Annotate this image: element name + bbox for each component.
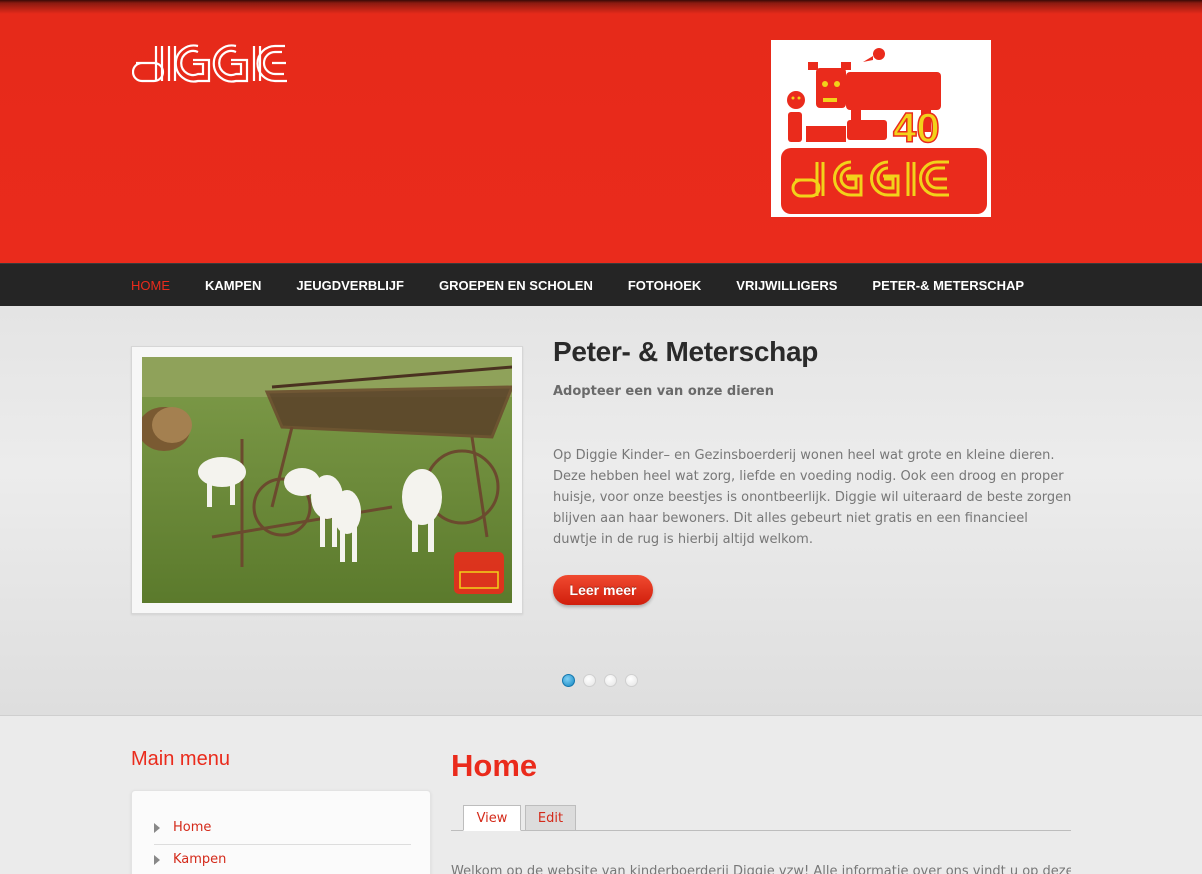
nav-item-fotohoek[interactable]: FOTOHOEK [628,264,701,307]
tab-view[interactable]: View [463,805,521,831]
slider-pagination [562,674,646,688]
slider-dot-4[interactable] [625,674,638,687]
nav-item-jeugdverblijf[interactable]: JEUGDVERBLIJF [296,264,404,307]
main-navigation: HOME KAMPEN JEUGDVERBLIJF GROEPEN EN SCH… [0,263,1202,306]
sidebar-item-label: Kampen [173,852,227,867]
nav-item-kampen[interactable]: KAMPEN [205,264,261,307]
badge-number: 40 [893,104,940,151]
slider-dot-3[interactable] [604,674,617,687]
main-menu-box: Home Kampen [131,790,431,874]
sidebar-title: Main menu [131,748,230,770]
site-header: 40 [0,0,1202,263]
page-body-text: Welkom op de website van kinderboerderij… [451,864,1071,874]
nav-item-home[interactable]: HOME [131,264,170,307]
slide-image-frame [131,346,523,614]
featured-slider: Peter- & Meterschap Adopteer een van onz… [0,306,1202,716]
slider-dot-1[interactable] [562,674,575,687]
slide-description: Op Diggie Kinder– en Gezinsboerderij won… [553,448,1072,547]
slide-title: Peter- & Meterschap [553,336,819,367]
sidebar-item-home[interactable]: Home [154,813,410,845]
anniversary-badge: 40 [771,40,991,217]
sidebar-item-kampen[interactable]: Kampen [154,845,410,874]
slide-subtitle: Adopteer een van onze dieren [553,384,774,399]
slide-photo-goats[interactable] [142,357,512,603]
slider-dot-2[interactable] [583,674,596,687]
nav-item-peter-meterschap[interactable]: PETER-& METERSCHAP [872,264,1024,307]
site-logo[interactable] [131,42,292,84]
page-title: Home [451,748,538,783]
sidebar-item-label: Home [173,820,212,835]
nav-item-groepen-en-scholen[interactable]: GROEPEN EN SCHOLEN [439,264,593,307]
nav-item-vrijwilligers[interactable]: VRIJWILLIGERS [736,264,837,307]
diggie-watermark-icon [454,552,504,594]
tab-edit[interactable]: Edit [525,805,576,831]
arrow-right-icon [154,823,160,833]
arrow-right-icon [154,855,160,865]
leer-meer-button[interactable]: Leer meer [553,575,653,605]
